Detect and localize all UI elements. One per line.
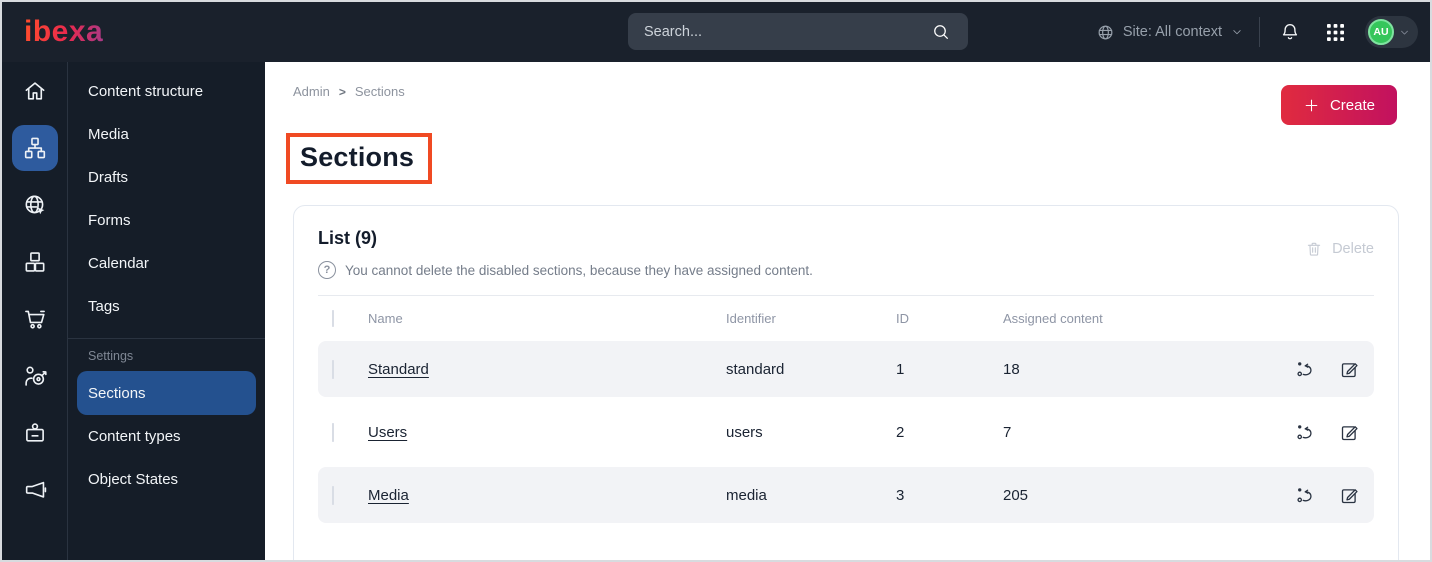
home-icon — [12, 68, 58, 114]
badge-icon — [12, 410, 58, 456]
globe-icon — [1096, 23, 1115, 42]
sidebar-item-drafts[interactable]: Drafts — [68, 156, 265, 199]
section-assigned-content: 205 — [1003, 486, 1029, 504]
topbar-divider — [1259, 17, 1260, 47]
notifications-bell-icon[interactable] — [1275, 17, 1305, 47]
column-header-name: Name — [368, 311, 403, 326]
rail-item-subscriptions[interactable] — [2, 404, 67, 461]
column-header-identifier: Identifier — [726, 311, 776, 326]
edit-icon[interactable] — [1338, 484, 1360, 506]
section-assigned-content: 18 — [1003, 360, 1020, 378]
breadcrumb-separator: > — [338, 84, 346, 99]
rail-item-dashboard[interactable] — [2, 62, 67, 119]
app-window: ibexa Site: All context — [0, 0, 1432, 562]
commerce-cart-icon — [12, 296, 58, 342]
create-button-label: Create — [1329, 96, 1375, 114]
create-button[interactable]: Create — [1280, 85, 1397, 125]
topbar: ibexa Site: All context — [2, 2, 1430, 62]
list-title-block: List (9) You cannot delete the disabled … — [318, 228, 813, 279]
table-row: Standard standard 1 18 — [318, 341, 1374, 397]
user-menu[interactable]: AU — [1365, 16, 1418, 48]
section-id: 1 — [896, 360, 905, 378]
section-id: 2 — [896, 423, 905, 441]
section-identifier: media — [726, 486, 767, 504]
sidebar-item-object-states[interactable]: Object States — [68, 458, 265, 501]
breadcrumb-admin[interactable]: Admin — [293, 84, 330, 99]
section-name-link[interactable]: Media — [368, 487, 409, 504]
topbar-actions: Site: All context AU — [1096, 2, 1418, 62]
section-name-link[interactable]: Standard — [368, 361, 429, 378]
search-input[interactable] — [644, 23, 926, 40]
sidebar-item-forms[interactable]: Forms — [68, 199, 265, 242]
site-context-label: Site: All context — [1122, 24, 1222, 40]
settings-heading: Settings — [88, 349, 134, 363]
rail-item-commerce[interactable] — [2, 290, 67, 347]
assign-content-icon[interactable] — [1294, 421, 1316, 443]
delete-button[interactable]: Delete — [1305, 240, 1374, 258]
delete-button-label: Delete — [1332, 240, 1374, 257]
plus-icon — [1303, 97, 1320, 114]
rail-item-personalization[interactable] — [2, 347, 67, 404]
table-row: Users users 2 7 — [318, 404, 1374, 460]
rail-item-websites[interactable] — [2, 176, 67, 233]
section-assigned-content: 7 — [1003, 423, 1012, 441]
page-title: Sections — [300, 142, 415, 172]
search-icon[interactable] — [926, 17, 956, 47]
breadcrumb: Admin > Sections — [293, 84, 405, 99]
ibexa-logo[interactable]: ibexa — [24, 17, 103, 47]
products-icon — [12, 239, 58, 285]
help-icon — [318, 261, 336, 279]
list-card-header: List (9) You cannot delete the disabled … — [318, 228, 1374, 279]
avatar: AU — [1368, 19, 1394, 45]
row-checkbox[interactable] — [332, 359, 334, 379]
sidebar-item-tags[interactable]: Tags — [68, 285, 265, 328]
list-hint: You cannot delete the disabled sections,… — [318, 261, 813, 279]
sidebar-item-content-structure[interactable]: Content structure — [68, 70, 265, 113]
chevron-down-icon — [1230, 25, 1244, 39]
column-header-assigned-content: Assigned content — [1003, 311, 1103, 326]
rail-item-products[interactable] — [2, 233, 67, 290]
list-hint-text: You cannot delete the disabled sections,… — [345, 262, 813, 278]
edit-icon[interactable] — [1338, 358, 1360, 380]
global-search[interactable] — [628, 13, 968, 50]
sections-list-card: List (9) You cannot delete the disabled … — [293, 205, 1399, 560]
site-context-dropdown[interactable]: Site: All context — [1096, 23, 1244, 42]
chevron-down-icon — [1398, 26, 1411, 39]
websites-icon — [12, 182, 58, 228]
sidebar-item-sections[interactable]: Sections — [77, 371, 256, 415]
sidebar-item-media[interactable]: Media — [68, 113, 265, 156]
annotation-highlight-box: Sections — [286, 133, 433, 184]
list-title: List (9) — [318, 228, 378, 248]
sidebar-menu: Content structure Media Drafts Forms Cal… — [68, 62, 265, 560]
icon-rail — [2, 62, 68, 560]
table-header: Name Identifier ID Assigned content — [318, 296, 1374, 341]
rail-item-marketing[interactable] — [2, 461, 67, 518]
app-grid-icon[interactable] — [1320, 17, 1350, 47]
menu-divider — [68, 338, 265, 339]
column-header-id: ID — [896, 311, 909, 326]
section-id: 3 — [896, 486, 905, 504]
section-identifier: standard — [726, 360, 785, 378]
rail-item-content[interactable] — [2, 119, 67, 176]
megaphone-icon — [12, 467, 58, 513]
section-identifier: users — [726, 423, 763, 441]
row-checkbox[interactable] — [332, 485, 334, 505]
section-name-link[interactable]: Users — [368, 424, 407, 441]
personalization-icon — [12, 353, 58, 399]
trash-icon — [1305, 240, 1323, 258]
sidebar-item-calendar[interactable]: Calendar — [68, 242, 265, 285]
table-row: Media media 3 205 — [318, 467, 1374, 523]
sidebar-item-content-types[interactable]: Content types — [68, 415, 265, 458]
edit-icon[interactable] — [1338, 421, 1360, 443]
assign-content-icon[interactable] — [1294, 358, 1316, 380]
assign-content-icon[interactable] — [1294, 484, 1316, 506]
content-structure-icon — [11, 124, 58, 171]
main-content: Admin > Sections Create Sections List (9… — [265, 62, 1430, 560]
select-all-checkbox[interactable] — [332, 310, 334, 327]
row-checkbox[interactable] — [332, 422, 334, 442]
breadcrumb-current: Sections — [354, 84, 405, 99]
